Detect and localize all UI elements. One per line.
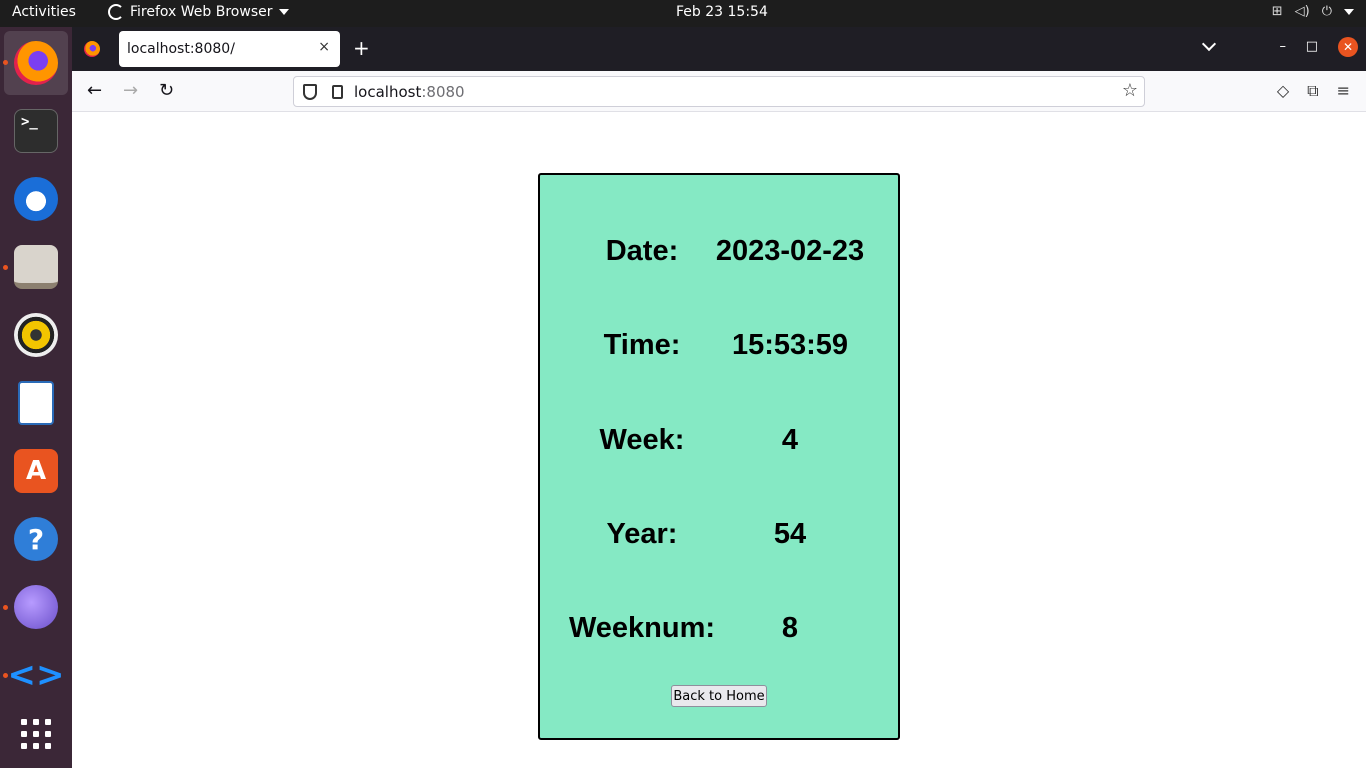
- dock-help[interactable]: ?: [0, 507, 72, 571]
- apps-grid-icon: [21, 719, 51, 749]
- thunderbird-icon: [14, 177, 58, 221]
- close-tab-icon[interactable]: ×: [318, 39, 330, 55]
- week-row: Week: 4: [540, 424, 898, 464]
- maximize-button[interactable]: □: [1306, 39, 1318, 54]
- reload-button[interactable]: ↻: [159, 80, 174, 101]
- info-card: Date: 2023-02-23 Time: 15:53:59 Week: 4 …: [538, 173, 900, 740]
- page-info-icon[interactable]: [332, 85, 343, 99]
- nav-bar: ← → ↻ localhost:8080 ☆ ◇ ⧉ ≡: [72, 71, 1366, 112]
- url-text[interactable]: localhost:8080: [354, 83, 465, 101]
- chevron-down-icon: [1344, 8, 1354, 15]
- back-to-home-button[interactable]: Back to Home: [671, 685, 767, 707]
- time-value: 15:53:59: [731, 329, 849, 361]
- clock[interactable]: Feb 23 15:54: [676, 4, 768, 20]
- time-label: Time:: [603, 329, 681, 361]
- dock-terminal[interactable]: >_: [0, 99, 72, 163]
- weeknum-row: Weeknum: 8: [540, 612, 898, 652]
- show-apps-button[interactable]: [0, 702, 72, 766]
- minimize-button[interactable]: –: [1280, 39, 1287, 54]
- url-bar[interactable]: localhost:8080 ☆: [293, 76, 1145, 107]
- url-port: :8080: [421, 83, 465, 101]
- tab-title: localhost:8080/: [127, 41, 235, 57]
- dock-vscode[interactable]: <>: [0, 643, 72, 707]
- list-all-tabs-icon[interactable]: [1201, 36, 1217, 52]
- year-row: Year: 54: [540, 518, 898, 558]
- power-icon: ⏻: [1321, 4, 1332, 19]
- bookmark-star-icon[interactable]: ☆: [1122, 80, 1138, 101]
- rhythmbox-icon: [14, 313, 58, 357]
- weeknum-label: Weeknum:: [568, 612, 716, 644]
- dock-rhythmbox[interactable]: [0, 303, 72, 367]
- libreoffice-writer-icon: [18, 381, 54, 425]
- vscode-icon: <>: [7, 655, 65, 695]
- running-indicator: [3, 605, 8, 610]
- new-tab-button[interactable]: +: [353, 36, 370, 60]
- volume-icon: ◁): [1294, 4, 1310, 19]
- activities-button[interactable]: Activities: [12, 4, 76, 20]
- tracking-protection-icon[interactable]: [303, 84, 317, 100]
- running-indicator: [3, 673, 8, 678]
- app-menu[interactable]: Firefox Web Browser: [108, 4, 289, 20]
- page-content: Date: 2023-02-23 Time: 15:53:59 Week: 4 …: [72, 112, 1366, 768]
- menu-icon[interactable]: ≡: [1337, 81, 1350, 101]
- firefox-icon: [14, 41, 58, 85]
- dock-firefox[interactable]: [4, 31, 68, 95]
- running-indicator: [3, 60, 8, 65]
- chevron-down-icon: [278, 9, 289, 15]
- toolbar-icons: ◇ ⧉ ≡: [1277, 81, 1350, 101]
- tab-localhost[interactable]: localhost:8080/ ×: [119, 31, 340, 67]
- pocket-icon[interactable]: ◇: [1277, 81, 1289, 101]
- close-window-button[interactable]: ✕: [1338, 37, 1358, 57]
- week-value: 4: [781, 424, 799, 456]
- dock-writer[interactable]: [0, 371, 72, 435]
- dock-thunderbird[interactable]: [0, 167, 72, 231]
- weeknum-value: 8: [781, 612, 799, 644]
- system-tray[interactable]: ⊞ ◁) ⏻: [1272, 4, 1354, 19]
- app-center-icon: A: [14, 449, 58, 493]
- date-label: Date:: [605, 235, 679, 267]
- url-host: localhost: [354, 83, 422, 101]
- dock: >_ A ? <>: [0, 27, 72, 768]
- app-menu-label: Firefox Web Browser: [130, 4, 273, 20]
- tab-bar: localhost:8080/ × + – □ ✕: [72, 27, 1366, 71]
- gnome-top-bar: Activities Firefox Web Browser Feb 23 15…: [0, 0, 1366, 27]
- time-row: Time: 15:53:59: [540, 329, 898, 369]
- dock-files[interactable]: [0, 235, 72, 299]
- terminal-icon: >_: [14, 109, 58, 153]
- week-label: Week:: [599, 424, 685, 456]
- dock-app-center[interactable]: A: [0, 439, 72, 503]
- running-indicator: [3, 265, 8, 270]
- firefox-view-icon[interactable]: [84, 41, 100, 57]
- date-value: 2023-02-23: [715, 235, 865, 267]
- network-icon: ⊞: [1271, 4, 1283, 19]
- forward-button[interactable]: →: [123, 80, 138, 101]
- back-button[interactable]: ←: [87, 80, 102, 101]
- date-row: Date: 2023-02-23: [540, 235, 898, 275]
- help-icon: ?: [14, 517, 58, 561]
- extensions-icon[interactable]: ⧉: [1307, 81, 1318, 101]
- web-browser-icon: [14, 585, 58, 629]
- year-value: 54: [773, 518, 807, 550]
- files-icon: [14, 245, 58, 289]
- year-label: Year:: [606, 518, 678, 550]
- firefox-small-icon: [108, 4, 124, 20]
- dock-web[interactable]: [0, 575, 72, 639]
